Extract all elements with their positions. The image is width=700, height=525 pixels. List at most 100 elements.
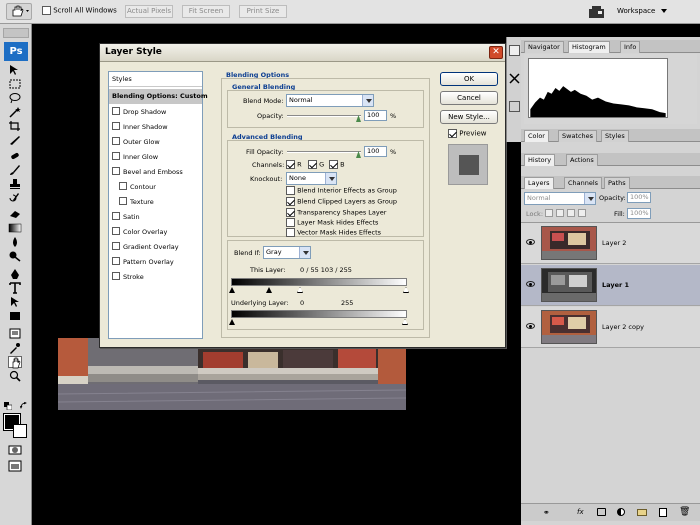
underlying-layer-gradient[interactable] xyxy=(231,310,407,318)
eye-icon[interactable] xyxy=(526,281,535,287)
styles-item-bevel-emboss[interactable]: Bevel and Emboss xyxy=(109,165,202,180)
option-transparency-shapes[interactable]: Transparency Shapes Layer xyxy=(286,208,386,217)
styles-item-outer-glow[interactable]: Outer Glow xyxy=(109,135,202,150)
new-style-button[interactable]: New Style... xyxy=(440,110,498,124)
zoom-tool-icon[interactable] xyxy=(8,370,22,382)
stroke-checkbox[interactable] xyxy=(112,272,120,280)
preview-checkbox[interactable] xyxy=(448,129,457,138)
hand-tool-icon[interactable] xyxy=(8,356,22,369)
vector-mask-hides-checkbox[interactable] xyxy=(286,228,295,237)
dialog-title-bar[interactable]: Layer Style ✕ xyxy=(100,44,505,62)
styles-item-pattern-overlay[interactable]: Pattern Overlay xyxy=(109,255,202,270)
lock-position-icon[interactable] xyxy=(567,209,575,217)
styles-item-stroke[interactable]: Stroke xyxy=(109,270,202,285)
move-tool-icon[interactable] xyxy=(8,64,22,76)
fill-opacity-slider[interactable] xyxy=(287,151,361,153)
fill-opacity-input[interactable]: 100 xyxy=(364,146,387,157)
opacity-slider[interactable] xyxy=(287,115,361,117)
document-canvas-image[interactable] xyxy=(58,338,406,410)
marquee-tool-icon[interactable] xyxy=(8,78,22,90)
channel-g-checkbox[interactable] xyxy=(308,160,317,169)
tab-histogram[interactable]: Histogram xyxy=(568,41,610,53)
option-vector-mask-hides[interactable]: Vector Mask Hides Effects xyxy=(286,228,381,237)
hand-tool-preset-button[interactable] xyxy=(6,3,32,20)
styles-item-inner-glow[interactable]: Inner Glow xyxy=(109,150,202,165)
blend-mode-select[interactable]: Normal xyxy=(286,94,374,107)
styles-item-gradient-overlay[interactable]: Gradient Overlay xyxy=(109,240,202,255)
new-layer-icon[interactable] xyxy=(659,508,667,517)
cancel-button[interactable]: Cancel xyxy=(440,91,498,105)
tab-history[interactable]: History xyxy=(524,154,556,166)
styles-item-blending-options[interactable]: Blending Options: Custom xyxy=(109,89,208,104)
tab-actions[interactable]: Actions xyxy=(566,154,598,166)
eye-icon[interactable] xyxy=(526,239,535,245)
gradient-tool-icon[interactable] xyxy=(8,222,22,234)
tab-channels[interactable]: Channels xyxy=(564,177,603,189)
toolbox-grip[interactable] xyxy=(3,28,29,38)
tab-paths[interactable]: Paths xyxy=(604,177,630,189)
type-tool-icon[interactable] xyxy=(8,282,22,294)
link-layers-icon[interactable]: ⚭ xyxy=(543,508,550,517)
tab-layers[interactable]: Layers xyxy=(524,177,554,189)
fit-screen-button[interactable]: Fit Screen xyxy=(182,5,230,18)
opacity-input[interactable]: 100 xyxy=(364,110,387,121)
magic-wand-tool-icon[interactable] xyxy=(8,106,22,118)
preview-toggle[interactable]: Preview xyxy=(448,129,486,138)
eyedropper-tool-icon[interactable] xyxy=(8,342,22,354)
trash-icon[interactable]: 🗑 xyxy=(679,507,690,517)
layer-blend-mode-select[interactable]: Normal xyxy=(524,192,596,205)
ok-button[interactable]: OK xyxy=(440,72,498,86)
option-blend-clipped[interactable]: Blend Clipped Layers as Group xyxy=(286,197,397,206)
blend-interior-checkbox[interactable] xyxy=(286,186,295,195)
layer-opacity-input[interactable]: 100% xyxy=(627,192,651,203)
transparency-shapes-checkbox[interactable] xyxy=(286,208,295,217)
swap-colors-icon[interactable] xyxy=(19,401,28,410)
channel-b-checkbox[interactable] xyxy=(329,160,338,169)
crop-tool-icon[interactable] xyxy=(8,120,22,132)
knockout-select[interactable]: None xyxy=(286,172,337,185)
styles-item-texture[interactable]: Texture xyxy=(109,195,202,210)
lasso-tool-icon[interactable] xyxy=(8,92,22,104)
lock-all-icon[interactable] xyxy=(578,209,586,217)
layer-style-icon[interactable]: fx xyxy=(577,508,584,516)
brush-tool-icon[interactable] xyxy=(8,164,22,176)
lock-transparent-icon[interactable] xyxy=(545,209,553,217)
brushes-icon[interactable] xyxy=(509,73,520,84)
this-layer-gradient[interactable] xyxy=(231,278,407,286)
gradient-overlay-checkbox[interactable] xyxy=(112,242,120,250)
scroll-all-windows[interactable]: Scroll All Windows xyxy=(42,6,117,15)
healing-brush-tool-icon[interactable] xyxy=(8,150,22,162)
layer-mask-hides-checkbox[interactable] xyxy=(286,218,295,227)
background-color-swatch[interactable] xyxy=(13,424,27,438)
color-overlay-checkbox[interactable] xyxy=(112,227,120,235)
pattern-overlay-checkbox[interactable] xyxy=(112,257,120,265)
inner-shadow-checkbox[interactable] xyxy=(112,122,120,130)
channel-r[interactable]: R xyxy=(286,160,302,169)
styles-item-satin[interactable]: Satin xyxy=(109,210,202,225)
clone-stamp-tool-icon[interactable] xyxy=(8,178,22,190)
close-icon[interactable]: ✕ xyxy=(489,46,503,59)
scroll-all-checkbox[interactable] xyxy=(42,6,51,15)
styles-item-contour[interactable]: Contour xyxy=(109,180,202,195)
tab-color[interactable]: Color xyxy=(524,130,549,142)
dodge-tool-icon[interactable] xyxy=(8,250,22,262)
actual-pixels-button[interactable]: Actual Pixels xyxy=(125,5,173,18)
tab-info[interactable]: Info xyxy=(620,41,641,53)
workspace-menu[interactable]: Workspace xyxy=(617,7,667,15)
outer-glow-checkbox[interactable] xyxy=(112,137,120,145)
styles-item-styles[interactable]: Styles xyxy=(109,72,202,87)
lock-icons[interactable] xyxy=(545,209,591,218)
texture-checkbox[interactable] xyxy=(119,197,127,205)
notes-tool-icon[interactable] xyxy=(8,328,22,340)
satin-checkbox[interactable] xyxy=(112,212,120,220)
lock-image-icon[interactable] xyxy=(556,209,564,217)
styles-item-color-overlay[interactable]: Color Overlay xyxy=(109,225,202,240)
path-selection-tool-icon[interactable] xyxy=(8,296,22,308)
layer-row-layer-2[interactable]: Layer 2 xyxy=(521,223,700,264)
quick-mask-icon[interactable] xyxy=(8,444,22,456)
option-layer-mask-hides[interactable]: Layer Mask Hides Effects xyxy=(286,218,378,227)
palette-well-icon[interactable] xyxy=(588,4,606,19)
styles-item-drop-shadow[interactable]: Drop Shadow xyxy=(109,105,202,120)
tab-navigator[interactable]: Navigator xyxy=(524,41,564,53)
styles-item-inner-shadow[interactable]: Inner Shadow xyxy=(109,120,202,135)
